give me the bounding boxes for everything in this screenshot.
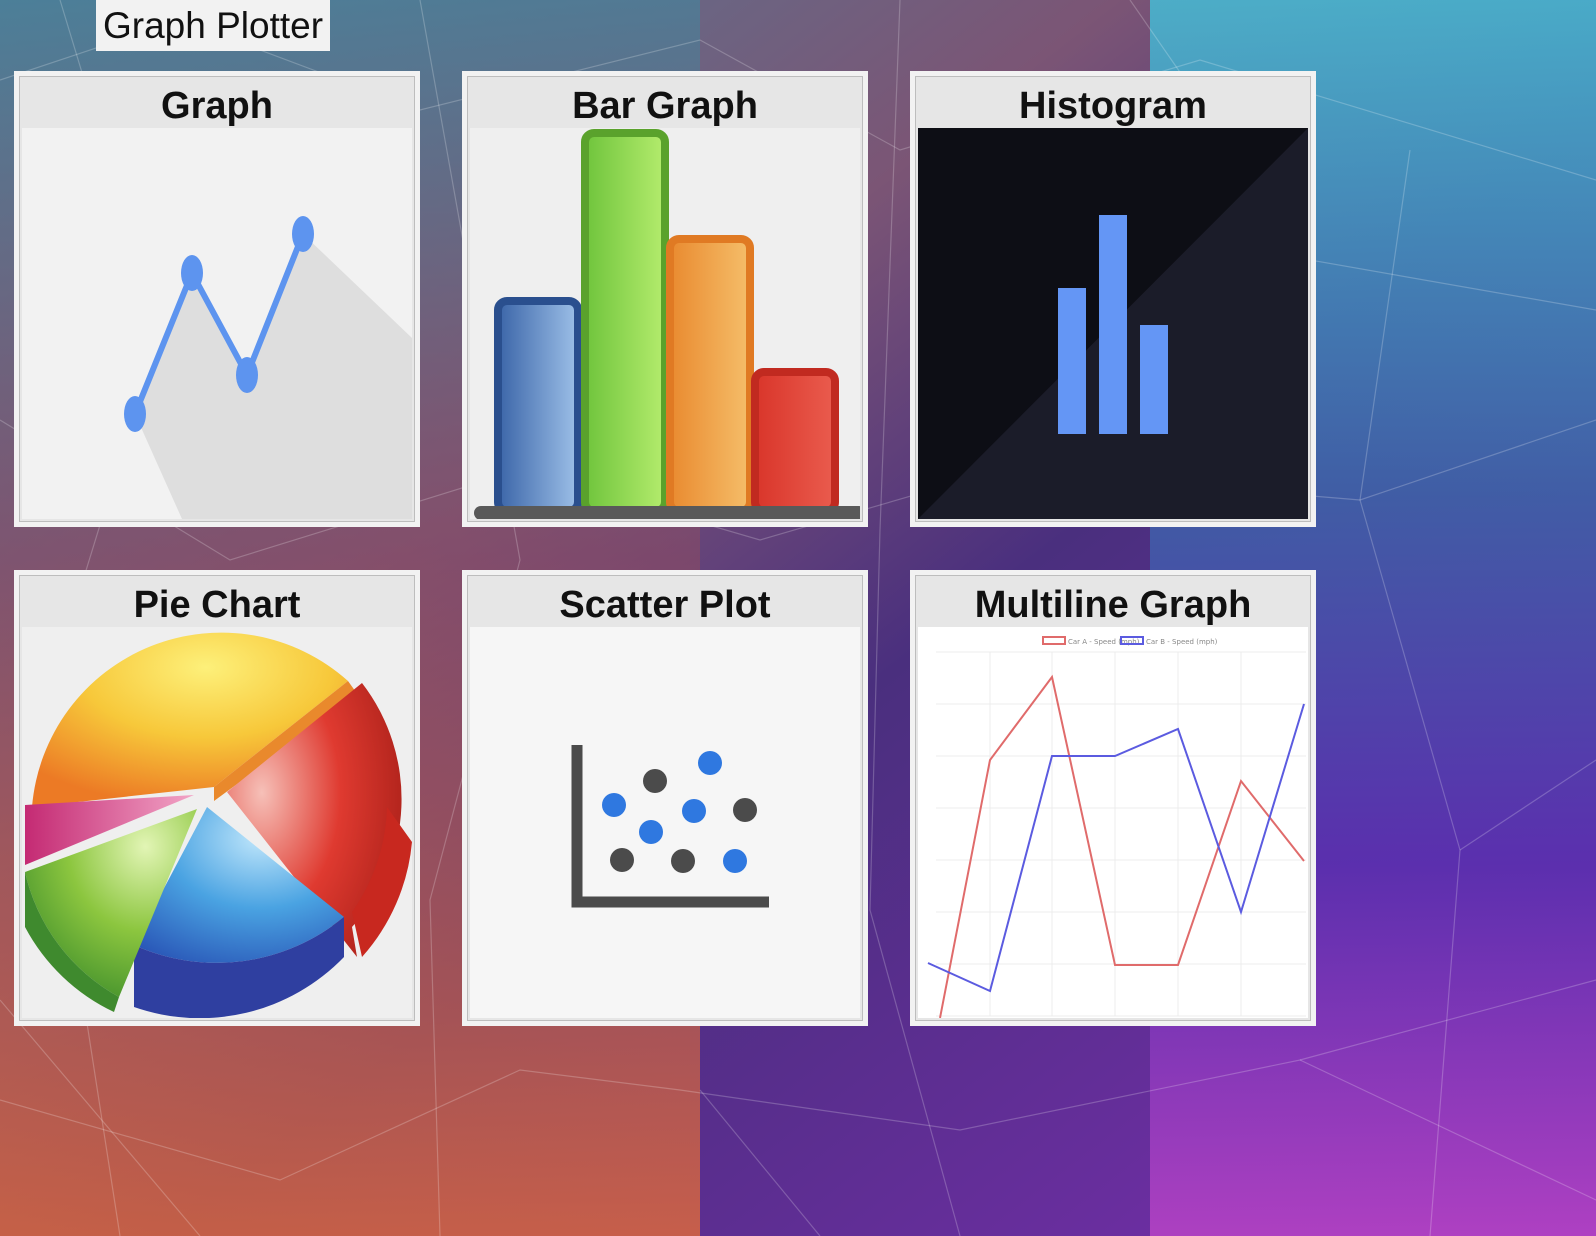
card-pie-chart[interactable]: Pie Chart <box>14 570 420 1026</box>
card-title-scatter-plot: Scatter Plot <box>559 584 771 626</box>
line-graph-icon <box>22 128 412 519</box>
histogram-icon <box>918 128 1308 519</box>
app-title: Graph Plotter <box>96 0 331 51</box>
bar-graph-icon <box>470 128 860 519</box>
card-title-multiline-graph: Multiline Graph <box>974 584 1252 626</box>
card-graph[interactable]: Graph <box>14 71 420 527</box>
pie-chart-icon <box>22 627 412 1018</box>
card-title-bar-graph: Bar Graph <box>572 85 758 127</box>
card-scatter-plot[interactable]: Scatter Plot <box>462 570 868 1026</box>
card-multiline-graph[interactable]: Multiline Graph Car A - Speed (mph) Car … <box>910 570 1316 1026</box>
card-title-graph: Graph <box>161 85 273 127</box>
card-histogram[interactable]: Histogram <box>910 71 1316 527</box>
legend-series-b: Car B - Speed (mph) <box>1146 638 1218 646</box>
card-title-histogram: Histogram <box>1019 85 1207 127</box>
card-title-pie-chart: Pie Chart <box>133 584 301 626</box>
scatter-plot-icon <box>470 627 860 1018</box>
multiline-graph-icon: Car A - Speed (mph) Car B - Speed (mph) <box>918 627 1308 1018</box>
card-bar-graph[interactable]: Bar Graph <box>462 71 868 527</box>
